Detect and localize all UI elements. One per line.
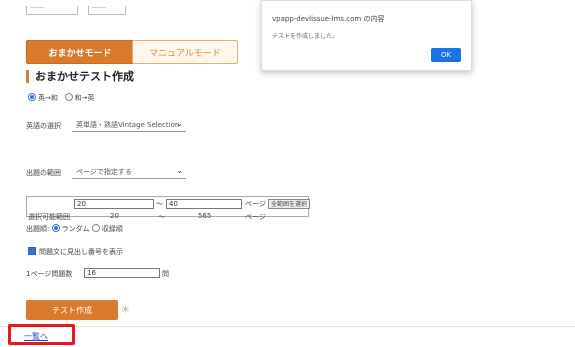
- range-to-input[interactable]: 40: [166, 199, 242, 209]
- order-option-sequential[interactable]: 収録順: [91, 224, 123, 233]
- top-field-1[interactable]: ——: [26, 3, 78, 15]
- language-radio-group: 英→和 和→英: [28, 93, 94, 103]
- selectable-unit: ページ: [245, 213, 266, 221]
- checkbox-checked-icon: [28, 247, 36, 255]
- count-input[interactable]: 16: [84, 268, 160, 278]
- word-select-label: 英語の選択: [26, 122, 61, 130]
- range-select[interactable]: ページで指定する ⌄: [72, 165, 186, 179]
- word-select[interactable]: 英単語・熟語Vintage Selection ⌄: [72, 118, 186, 132]
- language-option-ja[interactable]: 和→英: [64, 93, 94, 102]
- order-row: 出題順: ランダム 収録順: [26, 224, 123, 233]
- chevron-down-icon: ⌄: [176, 119, 183, 128]
- loading-spinner-icon: ✳: [121, 303, 131, 316]
- radio-unselected-icon: [91, 224, 100, 232]
- auto-mode-button[interactable]: おまかせモード: [26, 40, 134, 64]
- range-unit: ページ: [245, 200, 266, 208]
- radio-selected-icon: [28, 93, 36, 101]
- count-label: 1ページ問題数: [26, 270, 73, 278]
- show-number-option[interactable]: 問題文に見出し番号を表示: [28, 247, 123, 257]
- selectable-max: 565: [198, 212, 212, 220]
- create-test-button[interactable]: テスト作成: [26, 300, 118, 320]
- radio-selected-icon: [51, 224, 60, 232]
- top-field-2[interactable]: ——: [88, 3, 126, 15]
- chevron-down-icon: ⌄: [176, 166, 183, 175]
- order-label: 出題順: [26, 225, 47, 233]
- range-select-label: 出題の範囲: [26, 169, 61, 177]
- radio-unselected-icon: [64, 93, 73, 101]
- order-option-random[interactable]: ランダム: [51, 224, 90, 233]
- section-title: おまかせテスト作成: [26, 70, 134, 83]
- dialog-message: テストを作成しました。: [272, 33, 339, 40]
- alert-dialog: vpapp-devlissue-lms.com の内容 テストを作成しました。 …: [261, 0, 472, 71]
- dialog-ok-button[interactable]: OK: [431, 48, 461, 62]
- range-from-input[interactable]: 20: [74, 199, 154, 209]
- highlight-box: [8, 324, 75, 345]
- selectable-range-label: 選択可能範囲: [28, 213, 70, 221]
- range-separator: 〜: [156, 200, 163, 208]
- manual-mode-button[interactable]: マニュアルモード: [132, 40, 238, 64]
- selectable-sep: 〜: [158, 213, 165, 221]
- language-option-en[interactable]: 英→和: [28, 93, 58, 102]
- selectable-min: 20: [110, 212, 119, 220]
- select-all-range-button[interactable]: 全範囲を選択: [268, 199, 311, 209]
- divider: [0, 326, 575, 327]
- count-unit: 問: [162, 270, 169, 278]
- dialog-host: vpapp-devlissue-lms.com の内容: [272, 15, 385, 23]
